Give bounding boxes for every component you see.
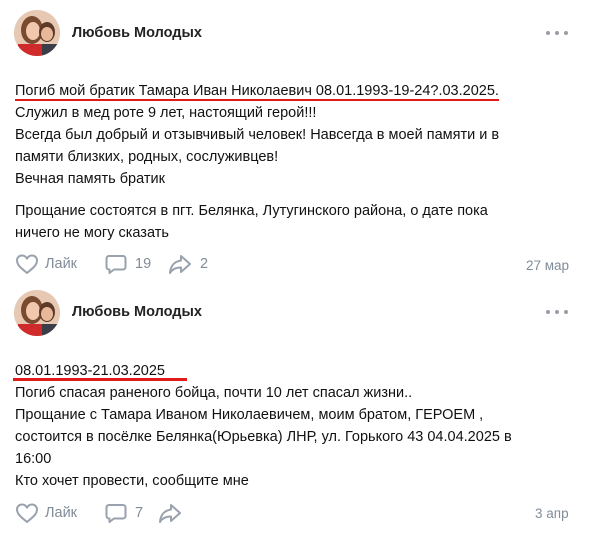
avatar[interactable] xyxy=(14,290,60,336)
avatar-photo xyxy=(14,290,60,336)
like-label: Лайк xyxy=(45,505,78,521)
comment-count: 7 xyxy=(135,505,144,521)
share-button[interactable] xyxy=(158,502,190,524)
comment-button[interactable]: 7 xyxy=(105,502,143,524)
share-arrow-icon xyxy=(159,504,181,523)
post-text-line: Погиб спасая раненого бойца, почти 10 ле… xyxy=(15,385,413,401)
comment-bubble-icon xyxy=(105,504,127,523)
post-text-line: Кто хочет провести, сообщите мне xyxy=(15,473,249,489)
like-button[interactable]: Лайк xyxy=(15,502,77,524)
post-text-line: Прощание с Тамара Иваном Николаевичем, м… xyxy=(15,407,484,423)
post-text-line: 16:00 xyxy=(15,451,52,467)
heart-outline-icon xyxy=(16,503,38,523)
author-name[interactable]: Любовь Молодых xyxy=(72,304,202,320)
post-2: Любовь Молодых 08.01.1993-21.03.2025 Пог… xyxy=(0,0,591,535)
post-text-line: состоится в посёлке Белянка(Юрьевка) ЛНР… xyxy=(15,429,512,445)
red-underline xyxy=(13,378,187,381)
post-date[interactable]: 3 апр xyxy=(535,506,569,521)
more-dots-icon[interactable] xyxy=(546,306,568,318)
